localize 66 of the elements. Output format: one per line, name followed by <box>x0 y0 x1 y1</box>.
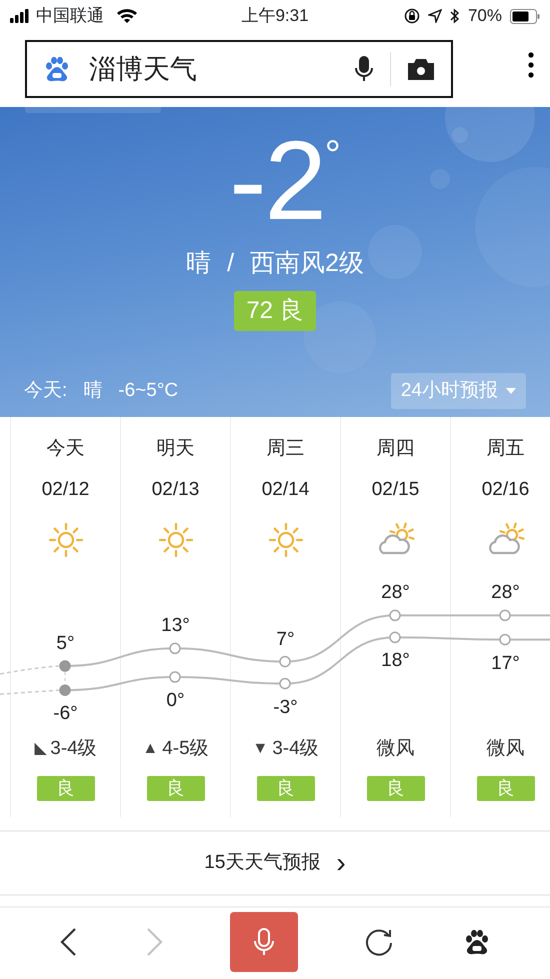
degree-symbol: ° <box>324 132 341 179</box>
search-bar[interactable]: 淄博天气 <box>25 40 453 98</box>
past-high-line <box>0 665 60 675</box>
caret-icon <box>506 388 516 394</box>
wind-arrow: ◣ <box>34 739 46 760</box>
wind-level: 3-4级 <box>50 737 97 761</box>
location-icon <box>428 9 442 23</box>
wind-level: 4-5级 <box>162 737 209 761</box>
back-icon <box>58 927 77 957</box>
wind-info: 西南风2级 <box>250 248 364 279</box>
carrier-name: 中国联通 <box>36 5 104 28</box>
low-temperature: 18° <box>381 649 410 674</box>
high-temperature: 13° <box>161 614 190 638</box>
today-label: 今天: <box>24 378 68 402</box>
aqi-badge: 良 <box>36 776 94 800</box>
aqi-badge: 良 <box>256 776 314 800</box>
day-name: 明天 <box>156 437 194 461</box>
high-temperature: 5° <box>56 632 75 656</box>
wifi-icon <box>116 8 138 24</box>
today-condition: 晴 <box>83 378 102 402</box>
wind-level: 微风 <box>486 737 524 761</box>
microphone-icon[interactable] <box>354 55 374 83</box>
low-temperature: 17° <box>491 652 520 676</box>
battery-icon <box>510 8 540 24</box>
today-range: -6~5°C <box>118 378 178 402</box>
clock-time: 上午9:31 <box>241 5 309 28</box>
wind-arrow: ▲ <box>142 739 158 760</box>
rotation-lock-icon <box>404 8 420 24</box>
refresh-icon <box>364 927 394 957</box>
past-low-line <box>0 689 60 695</box>
battery-percent: 70% <box>468 5 502 28</box>
forward-icon <box>146 927 164 957</box>
day-date: 02/13 <box>152 478 200 502</box>
day-date: 02/12 <box>42 478 90 502</box>
voice-search-button[interactable] <box>230 912 298 972</box>
day-date: 02/16 <box>482 478 530 502</box>
wind-level: 3-4级 <box>272 737 319 761</box>
high-temperature: 28° <box>381 581 410 606</box>
separator: / <box>227 248 234 279</box>
high-temperature: 7° <box>276 628 295 652</box>
low-temperature: -6° <box>53 702 78 726</box>
day-date: 02/15 <box>372 478 420 502</box>
day-name: 周四 <box>376 437 414 461</box>
day-name: 周五 <box>486 437 524 461</box>
aqi-badge: 良 <box>476 776 534 800</box>
camera-icon[interactable] <box>407 57 435 81</box>
day-name: 今天 <box>46 437 84 461</box>
wind-level: 微风 <box>376 737 414 761</box>
search-field[interactable]: 淄博天气 <box>87 48 338 90</box>
high-temperature: 28° <box>491 581 520 606</box>
aqi-badge: 72 良 <box>234 290 316 330</box>
day-name: 周三 <box>266 437 304 461</box>
low-temperature: 0° <box>166 689 185 713</box>
bluetooth-icon <box>450 8 460 24</box>
weather-condition: 晴 <box>186 248 212 279</box>
day-date: 02/14 <box>262 478 310 502</box>
aqi-badge: 良 <box>146 776 204 800</box>
fifteen-day-forecast-link[interactable]: 15天天气预报 › <box>0 830 550 896</box>
low-temperature: -3° <box>273 696 298 720</box>
baidu-paw-icon <box>43 55 71 83</box>
more-menu-icon[interactable] <box>528 52 534 78</box>
wind-arrow: ▼ <box>252 739 268 760</box>
microphone-icon <box>252 927 275 957</box>
current-temperature: -2 <box>229 125 325 237</box>
chevron: › <box>336 849 346 877</box>
aqi-badge: 良 <box>366 776 424 800</box>
